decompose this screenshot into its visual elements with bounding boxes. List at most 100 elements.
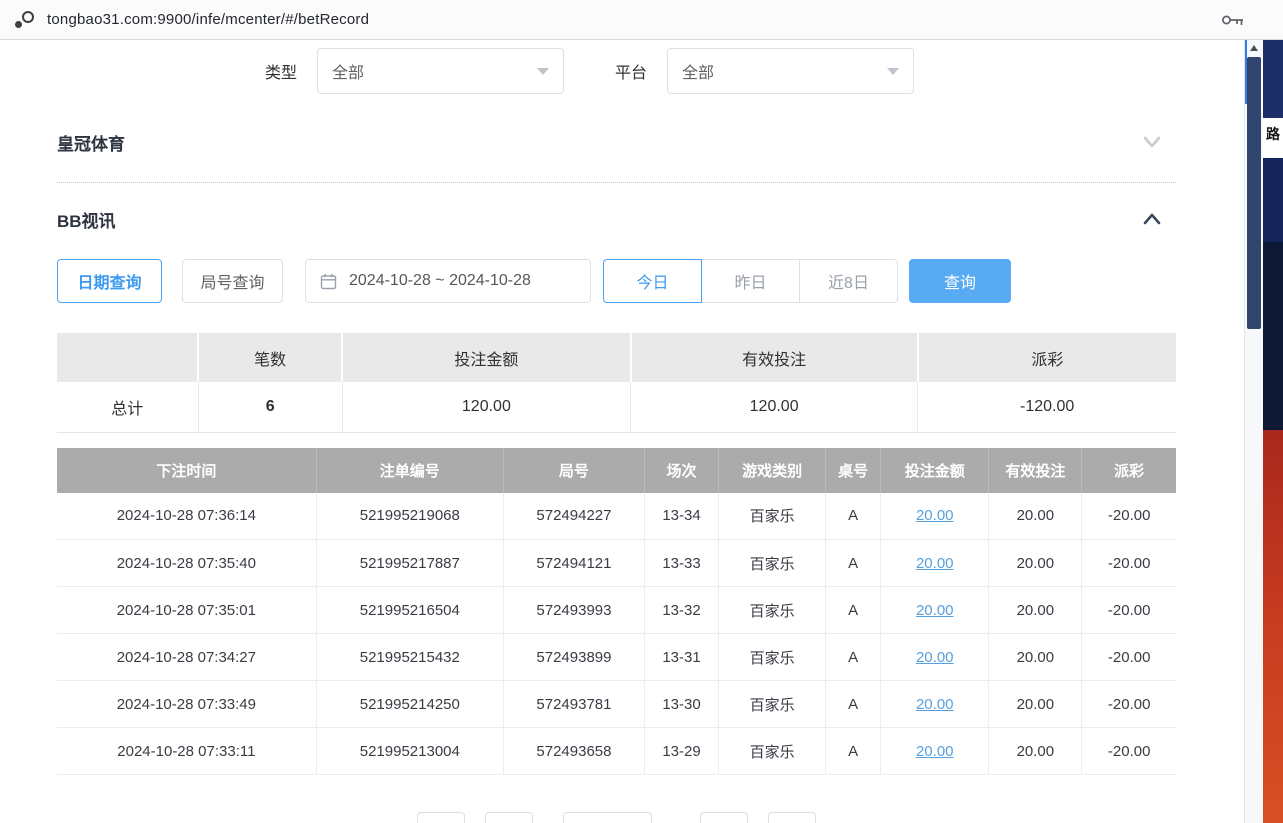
summary-table: 笔数 投注金额 有效投注 派彩 总计 6 120.00 120.00 -120.… bbox=[57, 333, 1176, 433]
cell-game-type: 百家乐 bbox=[719, 681, 826, 728]
cell-payout: -20.00 bbox=[1082, 493, 1176, 540]
col-header-bet-amount: 投注金额 bbox=[881, 448, 989, 493]
prev-page-button[interactable]: ‹ bbox=[485, 812, 533, 823]
cell-round-no: 572493658 bbox=[503, 728, 644, 775]
date-range-input[interactable]: 2024-10-28 ~ 2024-10-28 bbox=[305, 259, 591, 303]
url-text[interactable]: tongbao31.com:9900/infe/mcenter/#/betRec… bbox=[47, 11, 369, 28]
cell-bet-amount: 20.00 bbox=[881, 681, 989, 728]
bet-amount-link[interactable]: 20.00 bbox=[916, 649, 954, 666]
cell-session: 13-30 bbox=[645, 681, 719, 728]
next-page-button[interactable]: › bbox=[700, 812, 748, 823]
cell-bet-amount: 20.00 bbox=[881, 493, 989, 540]
cell-valid-bet: 20.00 bbox=[989, 634, 1082, 681]
platform-select[interactable]: 全部 bbox=[667, 48, 914, 94]
table-row: 2024-10-28 07:34:27521995215432572493899… bbox=[57, 634, 1176, 681]
quick-date-group: 今日 昨日 近8日 bbox=[603, 259, 898, 303]
col-header-game-type: 游戏类别 bbox=[719, 448, 826, 493]
cell-order-no: 521995213004 bbox=[316, 728, 503, 775]
scrollbar-thumb[interactable] bbox=[1247, 57, 1261, 329]
col-header-valid-bet: 有效投注 bbox=[989, 448, 1082, 493]
summary-col-valid-bet: 有效投注 bbox=[631, 333, 918, 382]
today-button[interactable]: 今日 bbox=[603, 259, 702, 303]
cell-payout: -20.00 bbox=[1082, 728, 1176, 775]
round-query-button[interactable]: 局号查询 bbox=[182, 259, 283, 303]
cell-order-no: 521995216504 bbox=[316, 587, 503, 634]
summary-col-count: 笔数 bbox=[198, 333, 342, 382]
summary-col-blank bbox=[57, 333, 198, 382]
page-select[interactable]: 1 bbox=[563, 812, 652, 823]
cell-bet-amount: 20.00 bbox=[881, 540, 989, 587]
col-header-round-no: 局号 bbox=[503, 448, 644, 493]
summary-total-label: 总计 bbox=[57, 382, 198, 432]
cell-game-type: 百家乐 bbox=[719, 728, 826, 775]
date-range-value: 2024-10-28 ~ 2024-10-28 bbox=[349, 272, 531, 290]
cell-order-no: 521995214250 bbox=[316, 681, 503, 728]
last-page-button[interactable]: » bbox=[768, 812, 816, 823]
bet-record-table: 下注时间 注单编号 局号 场次 游戏类别 桌号 投注金额 有效投注 派彩 202… bbox=[57, 448, 1176, 776]
bet-table-body: 2024-10-28 07:36:14521995219068572494227… bbox=[57, 493, 1176, 775]
cell-valid-bet: 20.00 bbox=[989, 540, 1082, 587]
type-select-value: 全部 bbox=[332, 59, 364, 83]
side-panel-label: 路 bbox=[1263, 118, 1283, 158]
cell-payout: -20.00 bbox=[1082, 634, 1176, 681]
caret-down-icon bbox=[887, 68, 899, 75]
page-indicator: 6 bbox=[666, 812, 686, 823]
password-key-icon[interactable] bbox=[1221, 13, 1245, 27]
cell-table-no: A bbox=[826, 728, 881, 775]
vertical-scrollbar[interactable] bbox=[1244, 40, 1263, 823]
cell-payout: -20.00 bbox=[1082, 540, 1176, 587]
cell-table-no: A bbox=[826, 540, 881, 587]
type-label: 类型 bbox=[265, 59, 297, 83]
section-bb-video: BB视讯 bbox=[57, 205, 1176, 233]
col-header-table-no: 桌号 bbox=[826, 448, 881, 493]
bet-table-header-row: 下注时间 注单编号 局号 场次 游戏类别 桌号 投注金额 有效投注 派彩 bbox=[57, 448, 1176, 493]
cell-session: 13-34 bbox=[645, 493, 719, 540]
cell-bet-amount: 20.00 bbox=[881, 587, 989, 634]
bet-amount-link[interactable]: 20.00 bbox=[916, 507, 954, 524]
summary-valid-bet-value: 120.00 bbox=[631, 382, 918, 432]
cell-bet-amount: 20.00 bbox=[881, 634, 989, 681]
cell-table-no: A bbox=[826, 634, 881, 681]
cell-round-no: 572493899 bbox=[503, 634, 644, 681]
cell-bet-time: 2024-10-28 07:34:27 bbox=[57, 634, 316, 681]
cell-table-no: A bbox=[826, 681, 881, 728]
summary-col-payout: 派彩 bbox=[918, 333, 1176, 382]
chevron-down-icon[interactable] bbox=[1140, 131, 1176, 153]
cell-round-no: 572493993 bbox=[503, 587, 644, 634]
bet-amount-link[interactable]: 20.00 bbox=[916, 602, 954, 619]
bet-amount-link[interactable]: 20.00 bbox=[916, 696, 954, 713]
recent-8days-button[interactable]: 近8日 bbox=[799, 259, 898, 303]
cell-payout: -20.00 bbox=[1082, 681, 1176, 728]
cell-game-type: 百家乐 bbox=[719, 540, 826, 587]
cell-order-no: 521995215432 bbox=[316, 634, 503, 681]
cell-round-no: 572494227 bbox=[503, 493, 644, 540]
search-button[interactable]: 查询 bbox=[909, 259, 1011, 303]
yesterday-button[interactable]: 昨日 bbox=[701, 259, 800, 303]
scroll-up-button[interactable] bbox=[1245, 40, 1263, 56]
browser-profile-icon[interactable] bbox=[14, 10, 34, 30]
platform-label: 平台 bbox=[615, 59, 647, 83]
bet-amount-link[interactable]: 20.00 bbox=[916, 555, 954, 572]
cell-table-no: A bbox=[826, 493, 881, 540]
table-row: 2024-10-28 07:33:11521995213004572493658… bbox=[57, 728, 1176, 775]
table-row: 2024-10-28 07:35:40521995217887572494121… bbox=[57, 540, 1176, 587]
summary-header-row: 笔数 投注金额 有效投注 派彩 bbox=[57, 333, 1176, 382]
cell-order-no: 521995217887 bbox=[316, 540, 503, 587]
bet-amount-link[interactable]: 20.00 bbox=[916, 743, 954, 760]
first-page-button[interactable]: « bbox=[417, 812, 465, 823]
caret-down-icon bbox=[537, 68, 549, 75]
browser-address-bar: tongbao31.com:9900/infe/mcenter/#/betRec… bbox=[0, 0, 1283, 40]
cell-round-no: 572494121 bbox=[503, 540, 644, 587]
table-row: 2024-10-28 07:33:49521995214250572493781… bbox=[57, 681, 1176, 728]
cell-bet-time: 2024-10-28 07:33:11 bbox=[57, 728, 316, 775]
cell-valid-bet: 20.00 bbox=[989, 728, 1082, 775]
date-query-button[interactable]: 日期查询 bbox=[57, 259, 162, 303]
cell-game-type: 百家乐 bbox=[719, 634, 826, 681]
crown-sports-title: 皇冠体育 bbox=[57, 130, 125, 155]
filter-row: 类型 全部 平台 全部 bbox=[265, 48, 1176, 94]
side-banner-fragment bbox=[1263, 430, 1283, 823]
query-toolbar: 日期查询 局号查询 2024-10-28 ~ 2024-10-28 今日 昨日 … bbox=[57, 259, 1176, 303]
col-header-payout: 派彩 bbox=[1082, 448, 1176, 493]
type-select[interactable]: 全部 bbox=[317, 48, 564, 94]
chevron-up-icon[interactable] bbox=[1140, 208, 1176, 230]
